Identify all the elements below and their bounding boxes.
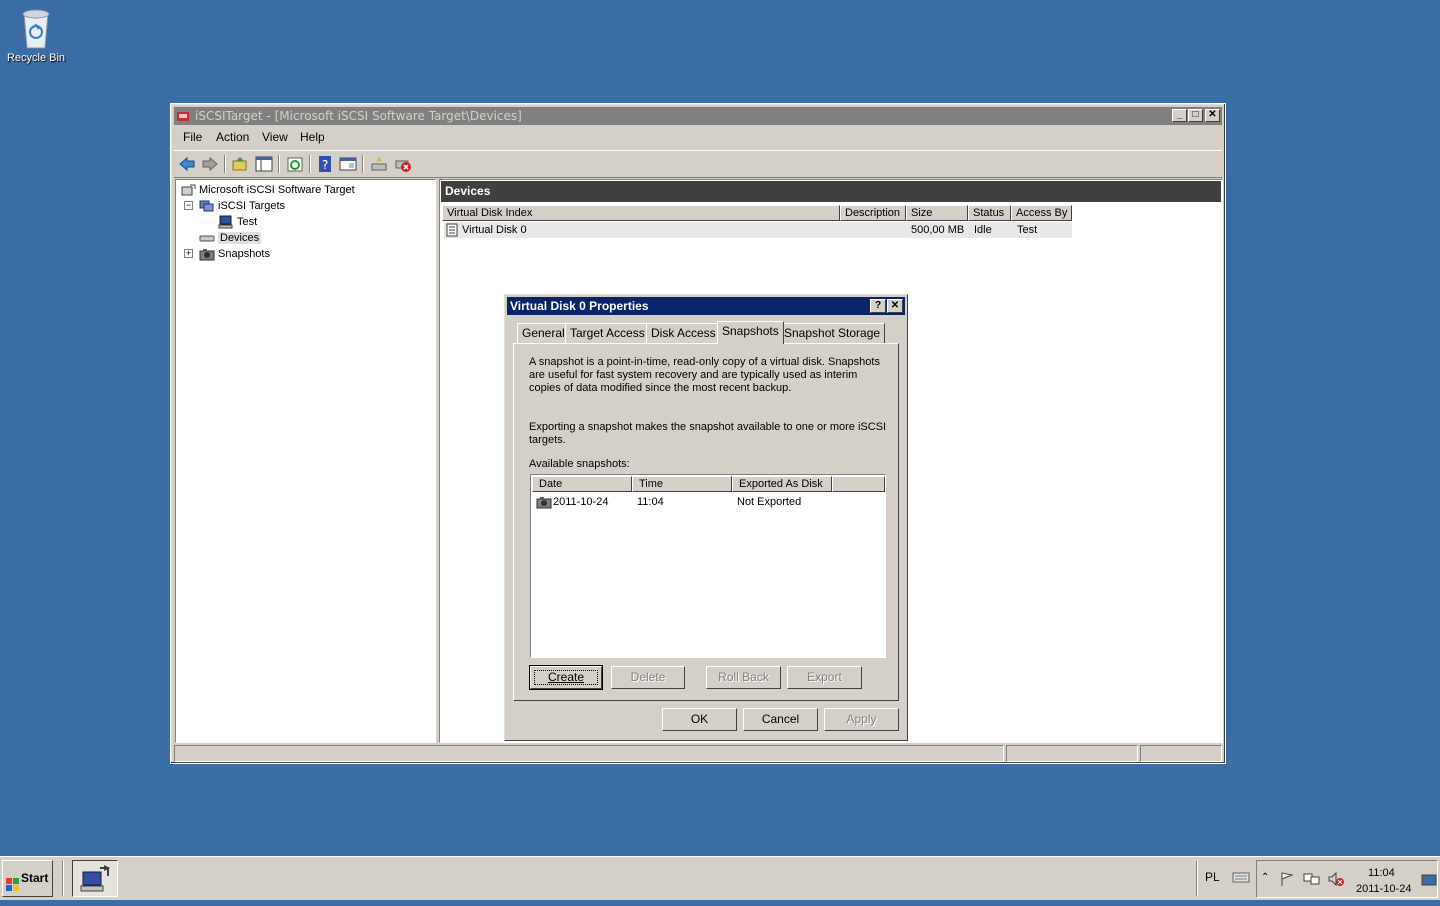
up-folder-icon[interactable] bbox=[231, 155, 249, 173]
ok-button[interactable]: OK bbox=[662, 708, 737, 731]
target-computer-icon bbox=[218, 215, 234, 229]
dialog-title: Virtual Disk 0 Properties bbox=[510, 299, 649, 313]
virtual-disk-icon bbox=[446, 222, 459, 238]
menubar: File Action View Help bbox=[174, 127, 1222, 147]
apply-button[interactable]: Apply bbox=[824, 708, 899, 731]
create-snapshot-button[interactable]: Create bbox=[529, 665, 603, 690]
column-header-description[interactable]: Description bbox=[840, 205, 906, 221]
delete-icon[interactable] bbox=[394, 155, 412, 173]
minimize-button[interactable]: _ bbox=[1172, 109, 1187, 122]
snapshot-date-cell: 2011-10-24 bbox=[553, 496, 609, 508]
help-icon[interactable]: ? bbox=[316, 155, 334, 173]
keyboard-icon[interactable] bbox=[1232, 869, 1250, 888]
menu-file[interactable]: File bbox=[183, 130, 202, 144]
targets-icon bbox=[199, 199, 215, 213]
disk-size-cell: 500,00 MB bbox=[911, 224, 965, 236]
status-bar bbox=[174, 744, 1222, 762]
forward-icon[interactable] bbox=[201, 155, 219, 173]
notification-area: ⌃ 11:04 2011-10-24 bbox=[1256, 860, 1438, 898]
column-header-access-by[interactable]: Access By bbox=[1011, 205, 1072, 221]
dialog-titlebar[interactable]: Virtual Disk 0 Properties ? ✕ bbox=[507, 297, 905, 315]
column-header-exported-as-disk[interactable]: Exported As Disk bbox=[732, 476, 832, 492]
column-header-time[interactable]: Time bbox=[632, 476, 732, 492]
tree-item-devices[interactable]: Devices bbox=[199, 230, 262, 246]
tree-item-target-test[interactable]: Test bbox=[218, 214, 257, 230]
tree-item-root[interactable]: Microsoft iSCSI Software Target bbox=[180, 182, 355, 198]
available-snapshots-label: Available snapshots: bbox=[529, 458, 630, 470]
column-header-virtual-disk-index[interactable]: Virtual Disk Index bbox=[442, 205, 840, 221]
svg-text:?: ? bbox=[322, 158, 328, 172]
show-hide-tree-icon[interactable] bbox=[255, 155, 273, 173]
tree-expand-snapshots[interactable]: + bbox=[184, 249, 193, 258]
tab-snapshots[interactable]: Snapshots bbox=[717, 321, 784, 344]
tab-general[interactable]: General bbox=[517, 323, 570, 343]
start-button[interactable]: Start bbox=[2, 860, 53, 897]
taskbar: Start PL ⌃ 11:04 2011-10-24 bbox=[0, 856, 1440, 900]
clock-time[interactable]: 11:04 bbox=[1368, 867, 1395, 879]
snapshots-list[interactable]: Date Time Exported As Disk 2011-10-24 11… bbox=[530, 474, 886, 658]
menu-view[interactable]: View bbox=[262, 130, 288, 144]
disk-drive-icon bbox=[199, 231, 215, 245]
dialog-help-button[interactable]: ? bbox=[870, 299, 886, 313]
snapshots-tab-panel: A snapshot is a point-in-time, read-only… bbox=[513, 343, 899, 701]
network-icon[interactable] bbox=[1303, 871, 1321, 890]
language-indicator[interactable]: PL bbox=[1205, 870, 1220, 884]
recycle-bin-label: Recycle Bin bbox=[6, 52, 66, 64]
action-center-flag-icon[interactable] bbox=[1279, 871, 1295, 890]
tree-item-iscsi-targets[interactable]: iSCSI Targets bbox=[199, 198, 285, 214]
toolbar: ? bbox=[174, 150, 1222, 178]
tree-item-snapshots[interactable]: Snapshots bbox=[199, 246, 270, 262]
console-tree: Microsoft iSCSI Software Target − iSCSI … bbox=[175, 179, 436, 743]
disk-access-by-cell: Test bbox=[1017, 224, 1038, 236]
windows-logo-icon bbox=[6, 871, 20, 906]
snapshot-exported-cell: Not Exported bbox=[737, 496, 802, 508]
snapshot-time-cell: 11:04 bbox=[637, 496, 664, 508]
taskbar-iscsi-target-button[interactable] bbox=[72, 860, 118, 897]
window-titlebar[interactable]: iSCSITarget - [Microsoft iSCSI Software … bbox=[174, 107, 1222, 125]
snapshot-camera-icon bbox=[536, 495, 552, 512]
export-description-text: Exporting a snapshot makes the snapshot … bbox=[529, 421, 887, 446]
clock-date[interactable]: 2011-10-24 bbox=[1356, 883, 1411, 895]
delete-snapshot-button[interactable]: Delete bbox=[611, 666, 685, 689]
close-button[interactable]: ✕ bbox=[1205, 109, 1220, 122]
virtual-disk-properties-dialog: Virtual Disk 0 Properties ? ✕ General Ta… bbox=[504, 294, 908, 741]
result-pane-title: Devices bbox=[441, 181, 1221, 202]
tab-target-access[interactable]: Target Access bbox=[565, 323, 650, 343]
column-header-status[interactable]: Status bbox=[968, 205, 1011, 221]
export-snapshot-button[interactable]: Export bbox=[787, 666, 862, 689]
menu-help[interactable]: Help bbox=[300, 130, 325, 144]
camera-icon bbox=[199, 247, 215, 261]
dialog-close-button[interactable]: ✕ bbox=[887, 299, 903, 313]
properties-icon[interactable] bbox=[339, 155, 357, 173]
show-desktop-icon[interactable] bbox=[1421, 873, 1437, 890]
list-item[interactable]: 2011-10-24 11:04 Not Exported bbox=[533, 494, 883, 510]
column-header-date[interactable]: Date bbox=[532, 476, 632, 492]
refresh-icon[interactable] bbox=[286, 155, 304, 173]
table-row[interactable]: Virtual Disk 0 500,00 MB Idle Test bbox=[444, 222, 1072, 238]
menu-action[interactable]: Action bbox=[216, 130, 249, 144]
cancel-button[interactable]: Cancel bbox=[743, 708, 818, 731]
iscsi-server-icon bbox=[180, 183, 196, 197]
rollback-snapshot-button[interactable]: Roll Back bbox=[706, 666, 781, 689]
create-disk-icon[interactable] bbox=[370, 155, 388, 173]
window-title: iSCSITarget - [Microsoft iSCSI Software … bbox=[195, 109, 522, 123]
tree-collapse-targets[interactable]: − bbox=[184, 201, 193, 210]
iscsi-app-icon bbox=[176, 109, 190, 123]
maximize-button[interactable]: □ bbox=[1188, 109, 1203, 122]
snapshot-description-text: A snapshot is a point-in-time, read-only… bbox=[529, 356, 880, 394]
recycle-bin-desktop-icon[interactable]: Recycle Bin bbox=[4, 6, 68, 64]
volume-muted-icon[interactable] bbox=[1327, 871, 1345, 890]
disk-status-cell: Idle bbox=[974, 224, 992, 236]
show-hidden-icons-icon[interactable]: ⌃ bbox=[1261, 872, 1269, 883]
tab-snapshot-storage[interactable]: Snapshot Storage bbox=[779, 323, 886, 343]
iscsi-taskbar-icon bbox=[80, 864, 112, 897]
disk-index-cell: Virtual Disk 0 bbox=[462, 224, 527, 236]
column-header-size[interactable]: Size bbox=[906, 205, 968, 221]
back-icon[interactable] bbox=[178, 155, 196, 173]
recycle-bin-icon bbox=[18, 6, 54, 50]
tab-disk-access[interactable]: Disk Access bbox=[646, 323, 721, 343]
